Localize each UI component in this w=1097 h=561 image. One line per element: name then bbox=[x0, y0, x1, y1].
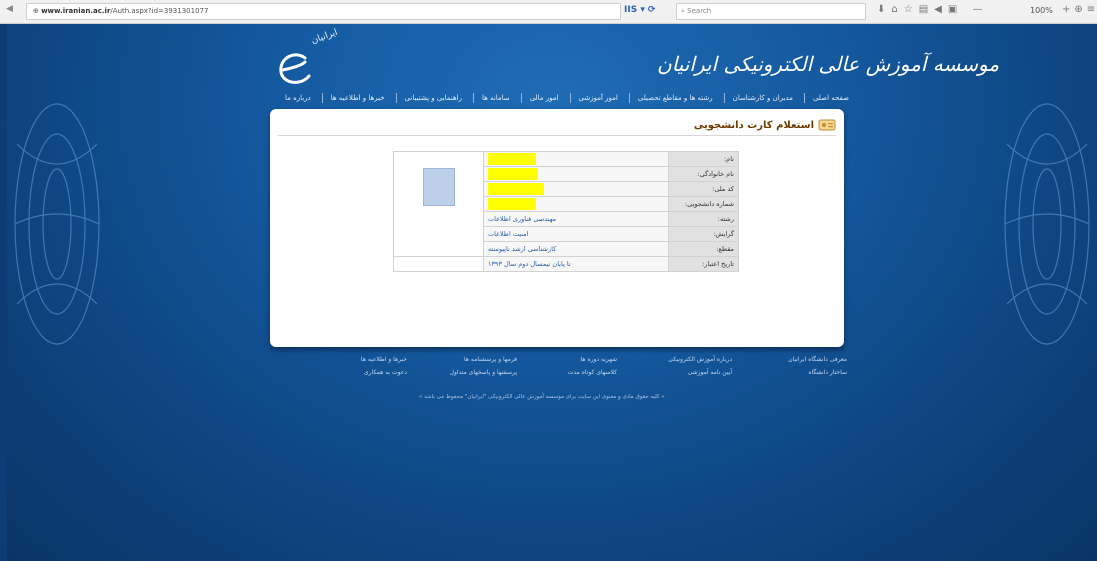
label-national-id: کد ملی: bbox=[668, 181, 739, 197]
nav-item-finance[interactable]: امور مالی bbox=[520, 93, 567, 103]
zoom-level[interactable]: 100% bbox=[1030, 6, 1053, 15]
value-first-name bbox=[482, 151, 670, 167]
student-info-table: نام: نام خانوادگی: کد ملی: شماره دانشجوی… bbox=[393, 151, 739, 272]
nav-item-education[interactable]: امور آموزشی bbox=[569, 93, 626, 103]
browser-toolbar: ◀ ⊕ www.iranian.ac.ir/Auth.aspx?id=39313… bbox=[0, 0, 1097, 24]
redacted-highlight bbox=[487, 183, 544, 195]
nav-item-programs[interactable]: رشته ها و مقاطع تحصیلی bbox=[628, 93, 721, 103]
footer-link[interactable]: شهریه دوره ها bbox=[527, 353, 617, 366]
panel-title: استعلام کارت دانشجویی bbox=[693, 119, 814, 131]
nav-item-about[interactable]: درباره ما bbox=[277, 93, 319, 103]
footer-link[interactable]: درباره آموزش الکترونیکی bbox=[642, 353, 732, 366]
label-first-name: نام: bbox=[668, 151, 739, 167]
menu-icons[interactable]: +⊕≡ bbox=[1062, 4, 1097, 15]
main-nav: صفحه اصلی مدیران و کارشناسان رشته ها و م… bbox=[277, 90, 857, 106]
value-specialization: امنیت اطلاعات bbox=[482, 226, 670, 242]
toolbar-icons[interactable]: ⬇⌂☆▤◀▣ — bbox=[877, 4, 988, 15]
logo-icon[interactable] bbox=[275, 48, 315, 88]
copyright-text: « کلیه حقوق مادی و معنوی این سایت برای م… bbox=[419, 394, 665, 400]
nav-item-support[interactable]: راهنمایی و پشتیبانی bbox=[395, 93, 470, 103]
value-student-number bbox=[482, 196, 670, 212]
page-background: ایرانیان موسسه آموزش عالی الکترونیکی ایر… bbox=[7, 24, 1097, 561]
label-specialization: گرایش: bbox=[668, 226, 739, 242]
table-row: نام: bbox=[393, 151, 739, 257]
footer-column: درباره آموزش الکترونیکی آیین نامه آموزشی bbox=[642, 353, 732, 379]
value-national-id bbox=[482, 181, 670, 197]
value-validity-date: تا پایان نیمسال دوم سال ۱۳۹۳ bbox=[482, 256, 670, 272]
url-path: /Auth.aspx?id=3931301077 bbox=[110, 7, 209, 15]
site-title: موسسه آموزش عالی الکترونیکی ایرانیان bbox=[657, 52, 1000, 76]
nav-item-managers[interactable]: مدیران و کارشناسان bbox=[723, 93, 801, 103]
search-placeholder: Search bbox=[687, 7, 712, 15]
footer-column: فرمها و پرسشنامه ها پرسشها و پاسخهای متد… bbox=[427, 353, 517, 379]
photo-cell-bottom bbox=[393, 256, 484, 272]
ornament-left bbox=[14, 103, 100, 345]
site-identity-icons[interactable]: IIS ▾ ⟳ bbox=[624, 5, 656, 15]
footer-column: معرفی دانشگاه ایرانیان ساختار دانشگاه bbox=[757, 353, 847, 379]
value-degree: کارشناسی ارشد ناپیوسته bbox=[482, 241, 670, 257]
redacted-highlight bbox=[487, 198, 536, 210]
photo-cell bbox=[393, 151, 484, 257]
redacted-highlight bbox=[487, 168, 538, 180]
id-card-icon bbox=[818, 119, 836, 131]
globe-icon: ⊕ bbox=[33, 7, 42, 15]
nav-item-home[interactable]: صفحه اصلی bbox=[803, 93, 857, 103]
table-row: تاریخ اعتبار: تا پایان نیمسال دوم سال ۱۳… bbox=[393, 256, 739, 272]
back-icon[interactable]: ◀ bbox=[6, 4, 13, 14]
footer-link[interactable]: خبرها و اطلاعیه ها bbox=[317, 353, 407, 366]
footer-link[interactable]: فرمها و پرسشنامه ها bbox=[427, 353, 517, 366]
user-silhouette-icon bbox=[423, 168, 456, 206]
value-last-name bbox=[482, 166, 670, 182]
footer-link[interactable]: کلاسهای کوتاه مدت bbox=[527, 366, 617, 379]
logo-text: ایرانیان bbox=[310, 27, 339, 47]
footer-link[interactable]: دعوت به همکاری bbox=[317, 366, 407, 379]
footer-link[interactable]: پرسشها و پاسخهای متداول bbox=[427, 366, 517, 379]
label-last-name: نام خانوادگی: bbox=[668, 166, 739, 182]
footer-column: شهریه دوره ها کلاسهای کوتاه مدت bbox=[527, 353, 617, 379]
search-field[interactable]: ⌕ Search bbox=[676, 3, 866, 20]
footer-link[interactable]: معرفی دانشگاه ایرانیان bbox=[757, 353, 847, 366]
url-host: www.iranian.ac.ir bbox=[41, 7, 111, 15]
label-degree: مقطع: bbox=[668, 241, 739, 257]
student-photo bbox=[399, 156, 478, 256]
address-bar[interactable]: ⊕ www.iranian.ac.ir/Auth.aspx?id=3931301… bbox=[26, 3, 621, 20]
nav-item-systems[interactable]: سامانه ها bbox=[473, 93, 518, 103]
student-card-panel: استعلام کارت دانشجویی نام: نام خانوادگی:… bbox=[270, 109, 844, 347]
footer-column: خبرها و اطلاعیه ها دعوت به همکاری bbox=[317, 353, 407, 379]
panel-header: استعلام کارت دانشجویی bbox=[694, 115, 836, 135]
label-major: رشته: bbox=[668, 211, 739, 227]
footer-link[interactable]: آیین نامه آموزشی bbox=[642, 366, 732, 379]
divider bbox=[278, 135, 836, 136]
ornament-right bbox=[1004, 103, 1090, 345]
value-major: مهندسی فناوری اطلاعات bbox=[482, 211, 670, 227]
footer-link[interactable]: ساختار دانشگاه bbox=[757, 366, 847, 379]
nav-item-news[interactable]: خبرها و اطلاعیه ها bbox=[321, 93, 393, 103]
redacted-highlight bbox=[487, 153, 536, 165]
label-validity-date: تاریخ اعتبار: bbox=[668, 256, 739, 272]
label-student-number: شماره دانشجویی: bbox=[668, 196, 739, 212]
